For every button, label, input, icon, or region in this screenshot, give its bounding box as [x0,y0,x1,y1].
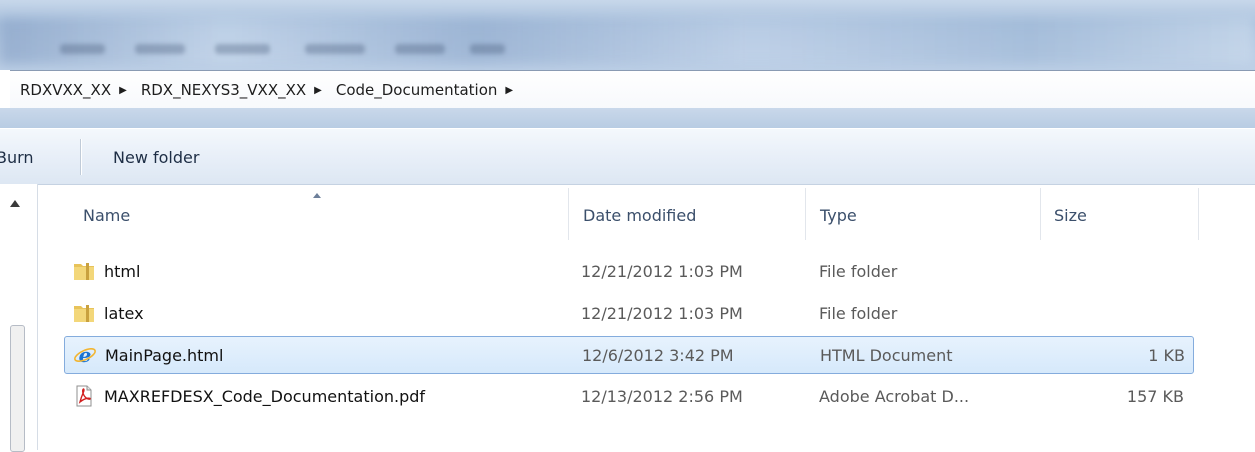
file-date-modified: 12/21/2012 1:03 PM [581,261,743,281]
menu-blur [60,44,105,54]
glass-background [0,18,1255,64]
burn-button[interactable]: Burn [0,143,70,171]
column-header-size[interactable]: Size [1054,200,1087,230]
column-header-type[interactable]: Type [820,200,857,230]
internet-explorer-icon: e [74,343,96,367]
file-name: html [104,261,141,281]
menu-blur [305,44,365,54]
file-name: latex [104,303,144,323]
menu-blur [215,44,270,54]
sort-ascending-icon [313,193,321,198]
new-folder-button-label: New folder [113,147,200,167]
column-header-name[interactable]: Name [83,200,130,230]
menu-blur [135,44,185,54]
menu-blur [470,44,505,54]
navigation-scrollbar[interactable] [10,325,25,452]
command-bar: Burn New folder [0,128,1255,185]
breadcrumb-chevron-icon[interactable]: ▶ [119,85,127,96]
menu-blur [395,44,445,54]
file-name: MainPage.html [105,345,224,365]
column-header-date-modified[interactable]: Date modified [583,200,696,230]
breadcrumb-item[interactable]: Code_Documentation [326,71,504,109]
new-folder-button[interactable]: New folder [113,143,199,171]
breadcrumb-chevron-icon[interactable]: ▶ [505,85,513,96]
scroll-up-arrow-icon[interactable] [10,200,20,207]
column-divider[interactable] [1040,188,1041,240]
breadcrumb-item[interactable]: RDX_NEXYS3_VXX_XX [131,71,312,109]
burn-button-label: Burn [0,147,34,167]
column-divider[interactable] [568,188,569,240]
toolbar-divider [80,139,81,175]
address-bar-gap [0,108,1255,128]
file-type: HTML Document [820,345,953,365]
file-type: Adobe Acrobat D... [819,386,970,406]
file-size: 1 KB [1148,345,1185,365]
address-bar[interactable]: RDXVXX_XX ▶ RDX_NEXYS3_VXX_XX ▶ Code_Doc… [10,70,1255,110]
file-name: MAXREFDESX_Code_Documentation.pdf [104,386,426,406]
file-size: 157 KB [1126,386,1184,406]
column-divider[interactable] [1198,188,1199,240]
file-row[interactable]: MAXREFDESX_Code_Documentation.pdf 12/13/… [64,378,1192,414]
window-titlebar [0,0,1255,70]
file-date-modified: 12/13/2012 2:56 PM [581,386,743,406]
file-date-modified: 12/21/2012 1:03 PM [581,303,743,323]
breadcrumb-item[interactable]: RDXVXX_XX [10,71,117,109]
folder-icon [74,263,94,280]
file-row-selected[interactable]: e MainPage.html 12/6/2012 3:42 PM HTML D… [64,336,1194,374]
file-type: File folder [819,303,898,323]
file-row[interactable]: html 12/21/2012 1:03 PM File folder [64,253,1192,289]
pdf-icon [76,385,92,407]
file-date-modified: 12/6/2012 3:42 PM [582,345,734,365]
breadcrumb-chevron-icon[interactable]: ▶ [314,85,322,96]
file-row[interactable]: latex 12/21/2012 1:03 PM File folder [64,295,1192,331]
file-type: File folder [819,261,898,281]
column-divider[interactable] [805,188,806,240]
folder-icon [74,305,94,322]
svg-text:e: e [79,343,92,367]
